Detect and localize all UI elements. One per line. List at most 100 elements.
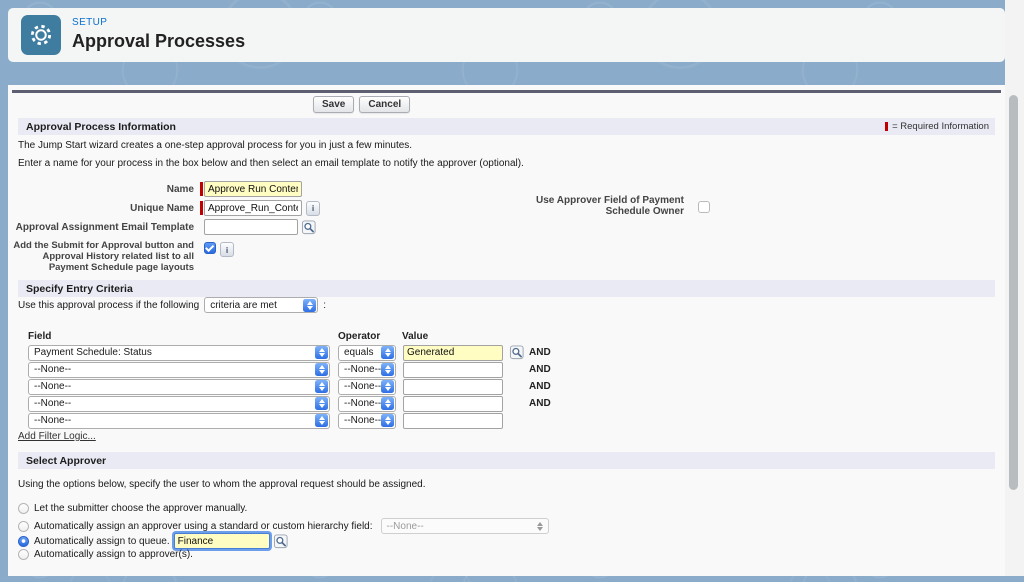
and-label: AND	[529, 364, 551, 375]
select-stepper-icon	[381, 363, 394, 376]
name-label: Name	[8, 184, 194, 195]
select-stepper-icon	[534, 520, 547, 533]
scrollbar-thumb[interactable]	[1009, 95, 1018, 490]
name-row: Name	[8, 181, 302, 197]
add-filter-logic-link[interactable]: Add Filter Logic...	[18, 431, 96, 442]
operator-select[interactable]: --None--	[338, 396, 396, 412]
and-label: AND	[529, 381, 551, 392]
operator-select[interactable]: --None--	[338, 379, 396, 395]
operator-select[interactable]: equals	[338, 345, 396, 361]
queue-input[interactable]	[174, 533, 270, 549]
required-legend: = Required Information	[885, 121, 995, 132]
setup-gear-icon	[21, 15, 61, 55]
select-stepper-icon	[315, 414, 328, 427]
select-stepper-icon	[381, 380, 394, 393]
approver-option-queue[interactable]: Automatically assign to queue.	[18, 533, 289, 549]
intro-line-2: Enter a name for your process in the box…	[18, 158, 524, 169]
lookup-icon[interactable]	[273, 534, 289, 549]
value-input[interactable]	[403, 345, 503, 361]
select-stepper-icon	[381, 346, 394, 359]
select-stepper-icon	[315, 397, 328, 410]
unique-name-input[interactable]	[204, 200, 302, 216]
select-stepper-icon	[315, 346, 328, 359]
radio-icon[interactable]	[18, 536, 29, 547]
required-marker-icon	[885, 122, 888, 131]
unique-name-row: Unique Name	[8, 200, 320, 216]
info-icon[interactable]	[306, 201, 320, 216]
and-label: AND	[529, 398, 551, 409]
section-title: Select Approver	[18, 455, 106, 467]
scrollbar-track[interactable]	[1005, 0, 1024, 576]
criteria-logic-select[interactable]: criteria are met	[204, 297, 318, 313]
section-title: Specify Entry Criteria	[18, 283, 133, 295]
criteria-table-header: Field Operator Value	[28, 331, 551, 344]
value-input[interactable]	[403, 413, 503, 429]
select-stepper-icon	[381, 414, 394, 427]
hierarchy-field-select: --None--	[381, 518, 549, 534]
save-button[interactable]: Save	[313, 96, 354, 113]
setup-header: SETUP Approval Processes	[8, 8, 1005, 62]
email-template-label: Approval Assignment Email Template	[8, 222, 194, 233]
criteria-row-3: --None-- --None-- AND	[28, 378, 551, 395]
column-header-field: Field	[28, 331, 338, 344]
header-text: SETUP Approval Processes	[72, 17, 245, 52]
field-select[interactable]: --None--	[28, 379, 330, 395]
approver-intro: Using the options below, specify the use…	[18, 479, 425, 490]
section-title: Approval Process Information	[18, 121, 176, 133]
setup-eyebrow: SETUP	[72, 17, 245, 28]
required-marker-icon	[200, 182, 203, 196]
info-icon[interactable]	[220, 242, 234, 257]
required-legend-text: = Required Information	[892, 121, 989, 132]
value-input[interactable]	[403, 362, 503, 378]
email-template-row: Approval Assignment Email Template	[8, 219, 317, 235]
add-submit-row: Add the Submit for Approval button and A…	[8, 240, 234, 273]
toolbar: Save Cancel	[313, 96, 410, 113]
and-label: AND	[529, 347, 551, 358]
name-input[interactable]	[204, 181, 302, 197]
approval-process-edit-panel: Save Cancel Approval Process Information…	[8, 85, 1005, 576]
email-template-input[interactable]	[204, 219, 298, 235]
section-header-specify-entry-criteria: Specify Entry Criteria	[18, 280, 995, 297]
value-input[interactable]	[403, 396, 503, 412]
unique-name-label: Unique Name	[8, 203, 194, 214]
section-header-approval-process-information: Approval Process Information = Required …	[18, 118, 995, 135]
use-approver-field-label: Use Approver Field of Payment Schedule O…	[512, 195, 684, 217]
criteria-row-5: --None-- --None--	[28, 412, 551, 429]
approver-option-hierarchy[interactable]: Automatically assign an approver using a…	[18, 518, 549, 534]
use-approver-field-checkbox[interactable]	[698, 201, 710, 213]
select-stepper-icon	[315, 363, 328, 376]
criteria-intro-row: Use this approval process if the followi…	[18, 297, 326, 313]
field-select[interactable]: Payment Schedule: Status	[28, 345, 330, 361]
page-title: Approval Processes	[72, 31, 245, 52]
lookup-icon[interactable]	[301, 220, 317, 235]
column-header-value: Value	[402, 331, 502, 344]
approver-option-approvers[interactable]: Automatically assign to approver(s).	[18, 549, 193, 560]
lookup-icon[interactable]	[509, 345, 525, 360]
value-input[interactable]	[403, 379, 503, 395]
select-stepper-icon	[303, 299, 316, 312]
cancel-button[interactable]: Cancel	[359, 96, 410, 113]
form-top-border	[12, 90, 1001, 93]
operator-select[interactable]: --None--	[338, 362, 396, 378]
criteria-table: Field Operator Value Payment Schedule: S…	[28, 331, 551, 429]
select-stepper-icon	[381, 397, 394, 410]
field-select[interactable]: --None--	[28, 362, 330, 378]
field-select[interactable]: --None--	[28, 413, 330, 429]
operator-select[interactable]: --None--	[338, 413, 396, 429]
add-submit-checkbox[interactable]	[204, 242, 216, 254]
select-stepper-icon	[315, 380, 328, 393]
intro-line-1: The Jump Start wizard creates a one-step…	[18, 140, 412, 151]
criteria-row-1: Payment Schedule: Status equals AND	[28, 344, 551, 361]
criteria-row-4: --None-- --None-- AND	[28, 395, 551, 412]
column-header-operator: Operator	[338, 331, 402, 344]
radio-icon[interactable]	[18, 521, 29, 532]
field-select[interactable]: --None--	[28, 396, 330, 412]
criteria-intro-text: Use this approval process if the followi…	[18, 300, 199, 311]
add-submit-label: Add the Submit for Approval button and A…	[8, 240, 194, 273]
section-header-select-approver: Select Approver	[18, 452, 995, 469]
approver-option-manual[interactable]: Let the submitter choose the approver ma…	[18, 503, 247, 514]
required-marker-icon	[200, 201, 203, 215]
criteria-intro-colon: :	[323, 300, 326, 311]
radio-icon[interactable]	[18, 549, 29, 560]
radio-icon[interactable]	[18, 503, 29, 514]
